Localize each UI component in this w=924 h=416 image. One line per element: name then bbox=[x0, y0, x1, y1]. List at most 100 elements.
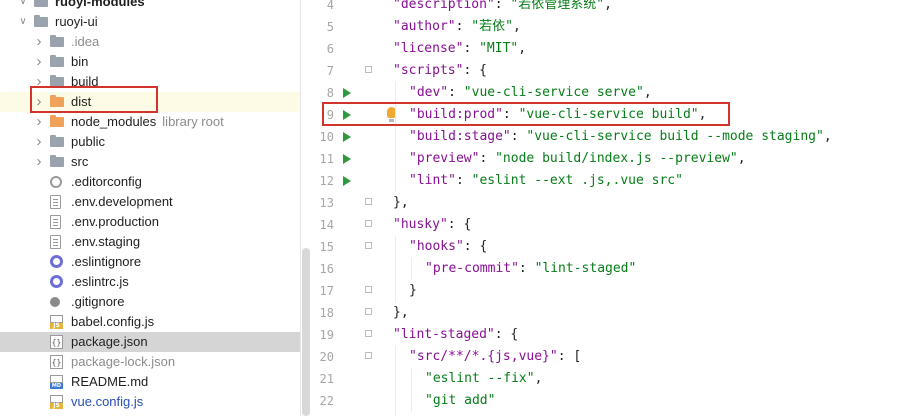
tree-item-package-json[interactable]: {} package.json bbox=[0, 332, 300, 352]
markdown-file-icon: MD bbox=[50, 375, 63, 389]
folder-icon bbox=[50, 115, 64, 129]
json-file-icon: {} bbox=[50, 335, 63, 349]
code-line[interactable]: 23] bbox=[313, 412, 924, 416]
chevron-right-icon[interactable]: › bbox=[34, 72, 44, 92]
gear-icon bbox=[50, 176, 62, 188]
tree-item-src[interactable]: › src bbox=[0, 152, 300, 172]
json-string: "git add" bbox=[425, 393, 496, 408]
tree-scrollbar[interactable] bbox=[302, 248, 310, 416]
tree-item-package-lock-json[interactable]: {} package-lock.json bbox=[0, 352, 300, 372]
chevron-right-icon[interactable]: › bbox=[34, 112, 44, 132]
line-number: 6 bbox=[326, 42, 334, 56]
code-line[interactable]: 8 "dev": "vue-cli-service serve", bbox=[313, 82, 924, 104]
code-line[interactable]: 10 "build:stage": "vue-cli-service build … bbox=[313, 126, 924, 148]
code-line[interactable]: 16 "pre-commit": "lint-staged" bbox=[313, 258, 924, 280]
indent-guide bbox=[395, 412, 396, 416]
line-number: 4 bbox=[326, 0, 334, 12]
tree-item-eslintignore[interactable]: .eslintignore bbox=[0, 252, 300, 272]
code-line[interactable]: 9 "build:prod": "vue-cli-service build", bbox=[313, 104, 924, 126]
code-line[interactable]: 14 "husky": { bbox=[313, 214, 924, 236]
code-line[interactable]: 7 "scripts": { bbox=[313, 60, 924, 82]
tree-item-editorconfig[interactable]: .editorconfig bbox=[0, 172, 300, 192]
tree-item-label: package-lock.json bbox=[71, 354, 176, 369]
run-script-icon[interactable] bbox=[343, 176, 351, 186]
chevron-right-icon[interactable]: › bbox=[34, 52, 44, 72]
code-text: "license": "MIT", bbox=[393, 38, 526, 60]
code-text: "dev": "vue-cli-service serve", bbox=[409, 82, 652, 104]
code-text: "git add" bbox=[425, 390, 495, 412]
tree-item-gitignore[interactable]: .gitignore bbox=[0, 292, 300, 312]
fold-marker-icon[interactable] bbox=[365, 220, 372, 227]
run-script-icon[interactable] bbox=[343, 154, 351, 164]
fold-marker-icon[interactable] bbox=[365, 330, 372, 337]
tree-item-idea[interactable]: › .idea bbox=[0, 32, 300, 52]
tree-item-public[interactable]: › public bbox=[0, 132, 300, 152]
fold-marker-icon[interactable] bbox=[365, 66, 372, 73]
tree-item-label: .env.staging bbox=[71, 234, 141, 249]
chevron-right-icon[interactable]: › bbox=[34, 152, 44, 172]
punctuation: : bbox=[455, 19, 472, 34]
code-line[interactable]: 13}, bbox=[313, 192, 924, 214]
tree-item-label: package.json bbox=[71, 334, 148, 349]
json-key: "husky" bbox=[393, 217, 448, 232]
json-key: "scripts" bbox=[393, 63, 464, 78]
run-script-icon[interactable] bbox=[343, 110, 351, 120]
tree-item-label: public bbox=[71, 134, 105, 149]
tree-item-node-modules[interactable]: › node_modules library root bbox=[0, 112, 300, 132]
tree-item-ruoyi-ui[interactable]: ∨ ruoyi-ui bbox=[0, 12, 300, 32]
tree-item-bin[interactable]: › bin bbox=[0, 52, 300, 72]
fold-marker-icon[interactable] bbox=[365, 198, 372, 205]
code-line[interactable]: 18}, bbox=[313, 302, 924, 324]
tree-item-babel-config-js[interactable]: JS babel.config.js bbox=[0, 312, 300, 332]
code-line[interactable]: 20 "src/**/*.{js,vue}": [ bbox=[313, 346, 924, 368]
code-line[interactable]: 15 "hooks": { bbox=[313, 236, 924, 258]
punctuation: } bbox=[409, 283, 417, 298]
punctuation: }, bbox=[393, 305, 409, 320]
chevron-right-icon[interactable]: › bbox=[34, 32, 44, 52]
code-line[interactable]: 11 "preview": "node build/index.js --prev… bbox=[313, 148, 924, 170]
code-line[interactable]: 21 "eslint --fix", bbox=[313, 368, 924, 390]
indent-guide bbox=[411, 368, 412, 390]
indent-guide bbox=[395, 104, 396, 126]
folder-icon bbox=[50, 135, 64, 149]
chevron-down-icon[interactable]: ∨ bbox=[18, 12, 28, 32]
code-line[interactable]: 6 "license": "MIT", bbox=[313, 38, 924, 60]
tree-item-env-staging[interactable]: .env.staging bbox=[0, 232, 300, 252]
tree-item-dist[interactable]: › dist bbox=[0, 92, 300, 112]
run-script-icon[interactable] bbox=[343, 88, 351, 98]
eslint-icon bbox=[50, 255, 63, 268]
fold-marker-icon[interactable] bbox=[365, 352, 372, 359]
tree-item-label: bin bbox=[71, 54, 89, 69]
tree-item-readme-md[interactable]: MD README.md bbox=[0, 372, 300, 392]
json-string: "eslint --fix" bbox=[425, 371, 535, 386]
tree-item-vue-config-js[interactable]: JS vue.config.js bbox=[0, 392, 300, 412]
run-script-icon[interactable] bbox=[343, 132, 351, 142]
chevron-right-icon[interactable]: › bbox=[34, 132, 44, 152]
json-key: "build:prod" bbox=[409, 107, 503, 122]
tree-item-env-production[interactable]: .env.production bbox=[0, 212, 300, 232]
folder-icon bbox=[50, 155, 64, 169]
code-line[interactable]: 12 "lint": "eslint --ext .js,.vue src" bbox=[313, 170, 924, 192]
line-number: 18 bbox=[319, 306, 334, 320]
js-tag: JS bbox=[50, 403, 63, 409]
chevron-right-icon[interactable]: › bbox=[34, 92, 44, 112]
code-line[interactable]: 4 "description": "若依管理系统", bbox=[313, 0, 924, 16]
git-ignore-icon bbox=[50, 297, 60, 307]
chevron-down-icon[interactable]: ∨ bbox=[18, 0, 28, 12]
punctuation: : bbox=[494, 0, 511, 12]
code-line[interactable]: 5 "author": "若依", bbox=[313, 16, 924, 38]
code-line[interactable]: 17} bbox=[313, 280, 924, 302]
code-line[interactable]: 19 "lint-staged": { bbox=[313, 324, 924, 346]
fold-marker-icon[interactable] bbox=[365, 308, 372, 315]
tree-item-build[interactable]: › build bbox=[0, 72, 300, 92]
json-key: "author" bbox=[393, 19, 456, 34]
punctuation: : { bbox=[463, 239, 488, 254]
tree-item-ruoyi-modules[interactable]: ∨ ruoyi-modules bbox=[0, 0, 300, 12]
code-line[interactable]: 22 "git add" bbox=[313, 390, 924, 412]
fold-marker-icon[interactable] bbox=[365, 286, 372, 293]
fold-marker-icon[interactable] bbox=[365, 242, 372, 249]
code-editor[interactable]: 4 "description": "若依管理系统", 5 "author": "若依"… bbox=[313, 0, 924, 416]
tree-item-eslintrc-js[interactable]: .eslintrc.js bbox=[0, 272, 300, 292]
indent-guide bbox=[411, 258, 412, 280]
tree-item-env-development[interactable]: .env.development bbox=[0, 192, 300, 212]
